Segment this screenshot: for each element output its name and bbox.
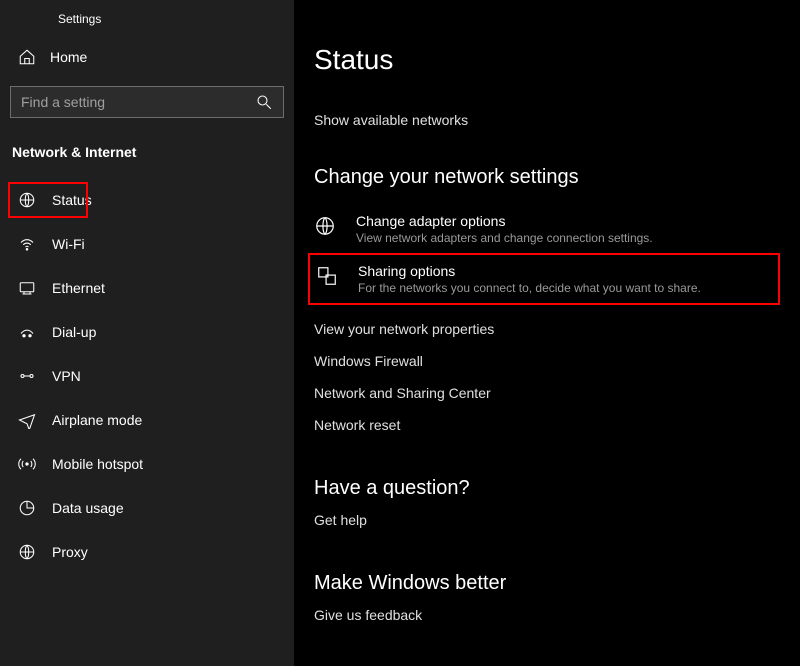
- vpn-icon: [18, 367, 36, 385]
- search-box[interactable]: [10, 86, 284, 118]
- sidebar-item-hotspot[interactable]: Mobile hotspot: [0, 442, 294, 486]
- change-adapter-options[interactable]: Change adapter options View network adap…: [314, 209, 800, 249]
- wifi-icon: [18, 235, 36, 253]
- page-title: Status: [314, 44, 800, 76]
- network-sharing-center-link[interactable]: Network and Sharing Center: [314, 385, 800, 401]
- sidebar-item-label: Mobile hotspot: [52, 456, 143, 472]
- sidebar-item-airplane[interactable]: Airplane mode: [0, 398, 294, 442]
- make-windows-better: Make Windows better Give us feedback: [314, 572, 800, 623]
- get-help-link[interactable]: Get help: [314, 512, 800, 528]
- home-label: Home: [50, 49, 87, 65]
- sidebar-item-label: VPN: [52, 368, 81, 384]
- have-a-question: Have a question? Get help: [314, 477, 800, 528]
- option-desc: View network adapters and change connect…: [356, 231, 800, 245]
- give-feedback-link[interactable]: Give us feedback: [314, 607, 800, 623]
- network-reset-link[interactable]: Network reset: [314, 417, 800, 433]
- data-usage-icon: [18, 499, 36, 517]
- sidebar-item-label: Status: [52, 192, 92, 208]
- option-title: Sharing options: [358, 263, 772, 279]
- airplane-icon: [18, 411, 36, 429]
- sidebar: Settings Home Network & Internet Status …: [0, 0, 294, 666]
- search-input[interactable]: [21, 94, 255, 110]
- hotspot-icon: [18, 455, 36, 473]
- sidebar-item-label: Dial-up: [52, 324, 96, 340]
- show-available-networks-link[interactable]: Show available networks: [314, 112, 800, 128]
- search-icon: [255, 93, 273, 111]
- feedback-title: Make Windows better: [314, 572, 800, 595]
- windows-firewall-link[interactable]: Windows Firewall: [314, 353, 800, 369]
- option-title: Change adapter options: [356, 213, 800, 229]
- sidebar-nav-list: Status Wi-Fi Ethernet Dial-up VPN: [0, 168, 294, 574]
- change-settings-title: Change your network settings: [314, 166, 800, 189]
- sidebar-item-proxy[interactable]: Proxy: [0, 530, 294, 574]
- sidebar-item-ethernet[interactable]: Ethernet: [0, 266, 294, 310]
- sidebar-item-vpn[interactable]: VPN: [0, 354, 294, 398]
- home-icon: [18, 48, 36, 66]
- ethernet-icon: [18, 279, 36, 297]
- dialup-icon: [18, 323, 36, 341]
- adapter-icon: [314, 213, 342, 242]
- sidebar-item-datausage[interactable]: Data usage: [0, 486, 294, 530]
- home-button[interactable]: Home: [0, 42, 294, 72]
- globe-icon: [18, 191, 36, 209]
- sidebar-section-header: Network & Internet: [0, 118, 294, 168]
- sidebar-item-label: Data usage: [52, 500, 124, 516]
- sidebar-item-label: Proxy: [52, 544, 88, 560]
- sidebar-item-label: Ethernet: [52, 280, 105, 296]
- proxy-icon: [18, 543, 36, 561]
- sharing-icon: [316, 263, 344, 292]
- app-title: Settings: [0, 8, 294, 42]
- sidebar-item-wifi[interactable]: Wi-Fi: [0, 222, 294, 266]
- sharing-options[interactable]: Sharing options For the networks you con…: [308, 253, 780, 305]
- sidebar-item-dialup[interactable]: Dial-up: [0, 310, 294, 354]
- question-title: Have a question?: [314, 477, 800, 500]
- sidebar-item-status[interactable]: Status: [0, 178, 294, 222]
- sidebar-item-label: Wi-Fi: [52, 236, 85, 252]
- main-content: Status Show available networks Change yo…: [294, 0, 800, 666]
- option-desc: For the networks you connect to, decide …: [358, 281, 772, 295]
- view-network-properties-link[interactable]: View your network properties: [314, 321, 800, 337]
- sidebar-item-label: Airplane mode: [52, 412, 142, 428]
